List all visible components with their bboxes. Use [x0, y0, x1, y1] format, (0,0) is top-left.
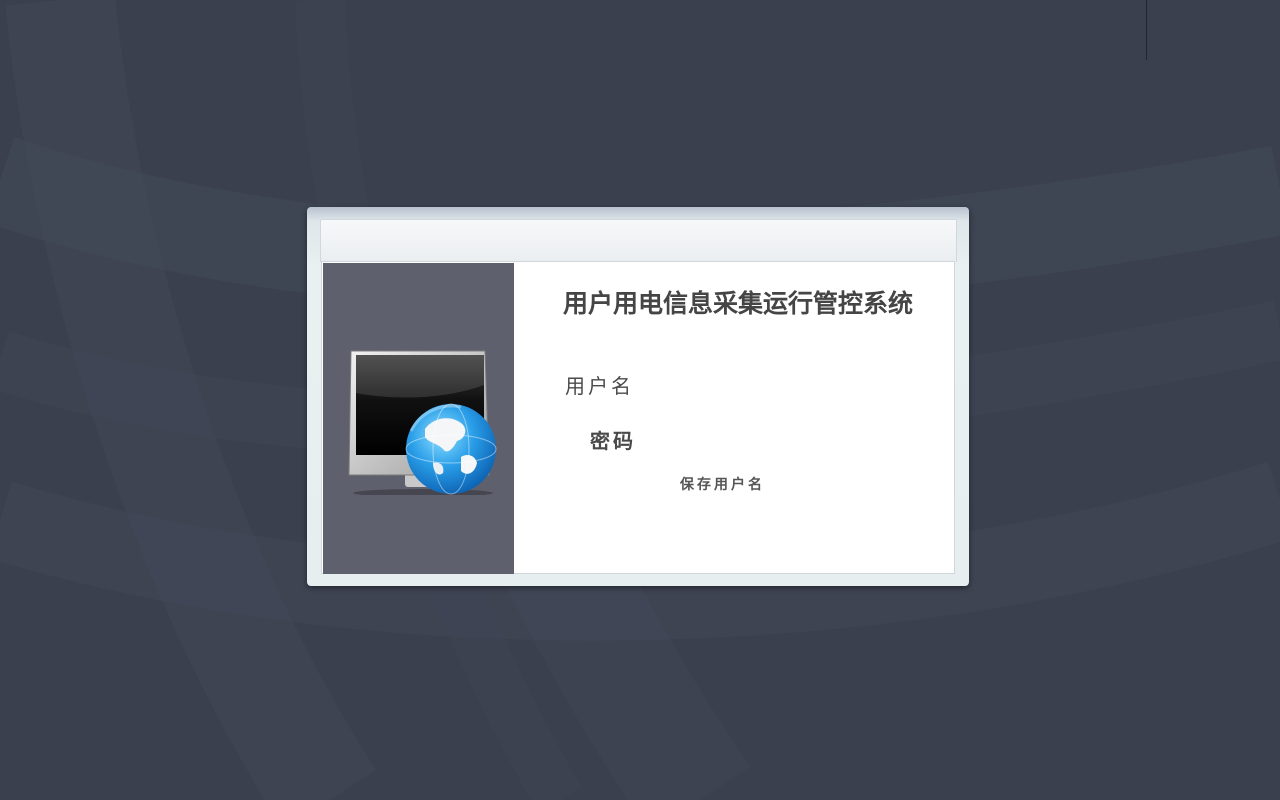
password-label: 密码	[590, 429, 636, 453]
remember-username-label[interactable]: 保存用户名	[680, 474, 765, 494]
system-title: 用户用电信息采集运行管控系统	[562, 289, 913, 318]
dialog-header	[320, 219, 957, 262]
username-input[interactable]	[652, 372, 916, 400]
username-label: 用户名	[565, 374, 634, 398]
dialog-body: 用户用电信息采集运行管控系统 用户名 密码 保存用户名	[321, 261, 955, 574]
login-side-panel	[323, 263, 514, 574]
remember-username-row[interactable]: 保存用户名	[662, 474, 765, 494]
monitor-globe-icon	[348, 350, 497, 495]
login-dialog: 用户用电信息采集运行管控系统 用户名 密码 保存用户名	[307, 207, 969, 586]
corner-divider	[1146, 0, 1147, 60]
password-input[interactable]	[652, 426, 916, 454]
